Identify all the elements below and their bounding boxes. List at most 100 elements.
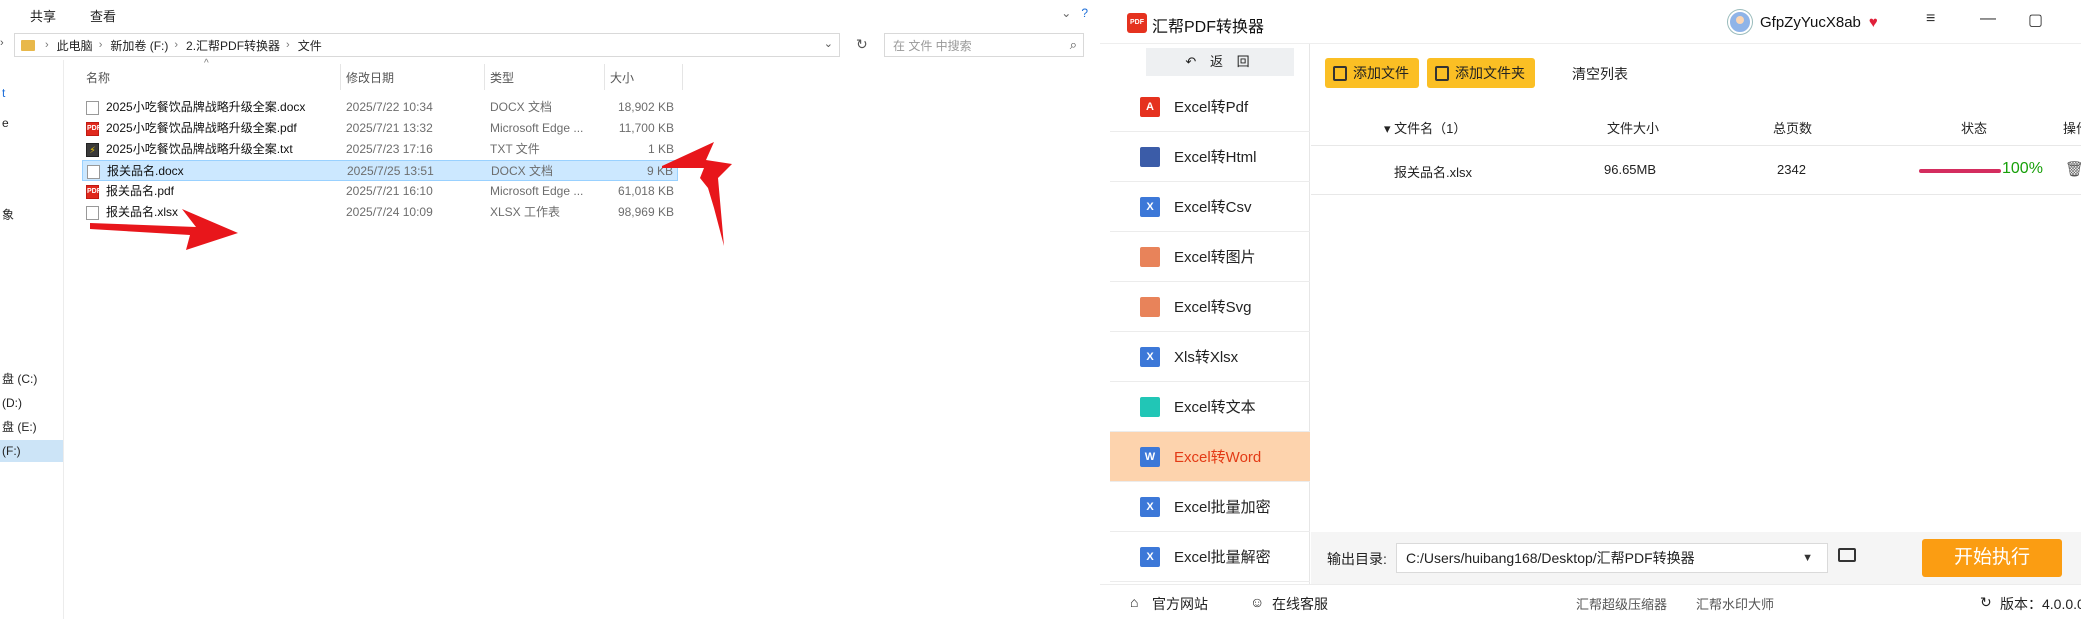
up-arrow-icon[interactable]: ›: [0, 37, 4, 49]
back-button[interactable]: ↶ 返 回: [1146, 48, 1294, 76]
breadcrumb-this-pc[interactable]: 此电脑: [57, 37, 93, 54]
search-input[interactable]: 在 文件 中搜索 ⌕: [884, 33, 1084, 57]
chevron-down-icon[interactable]: ⌄: [824, 37, 833, 50]
file-table-header: ▾ 文件名（1） 文件大小 总页数 状态 操作: [1311, 106, 2081, 146]
chevron-right-icon: ›: [98, 39, 103, 51]
add-file-button[interactable]: 添加文件: [1325, 58, 1419, 88]
help-icon[interactable]: ?: [1081, 6, 1088, 20]
add-file-icon: [1333, 65, 1347, 81]
expand-ribbon-icon[interactable]: ⌄: [1061, 6, 1071, 20]
file-date: 2025/7/25 13:51: [347, 164, 434, 178]
column-divider[interactable]: [604, 64, 605, 90]
converter-app-window: PDF 汇帮PDF转换器 GfpZyYucX8ab ♥ ≡ — ▢ ↶ 返 回 …: [1100, 0, 2081, 619]
row-filename: 报关品名.xlsx: [1394, 165, 1473, 180]
csv-icon: X: [1140, 196, 1160, 217]
ribbon-tabs: 共享 查看: [0, 0, 1100, 30]
file-type: XLSX 工作表: [490, 205, 561, 219]
column-header-date[interactable]: 修改日期: [346, 66, 394, 90]
version-label: 版本：4.0.0.0: [2000, 596, 2081, 612]
file-name: 报关品名.pdf: [106, 184, 175, 198]
column-divider[interactable]: [340, 64, 341, 90]
clear-list-button[interactable]: 清空列表: [1572, 64, 1628, 84]
word-icon: W: [1140, 446, 1160, 467]
nav-partial-item[interactable]: 象: [0, 204, 63, 226]
pdf-file-icon: PDF: [86, 185, 101, 199]
breadcrumb-drive-f[interactable]: 新加卷 (F:): [110, 37, 168, 54]
output-directory-select[interactable]: C:/Users/huibang168/Desktop/汇帮PDF转换器 ▼: [1396, 543, 1828, 573]
table-row[interactable]: 报关品名.xlsx 96.65MB 2342 100% 🗑: [1311, 147, 2081, 195]
pdf-file-icon: PDF: [86, 122, 101, 136]
sidebar-item-html[interactable]: Excel转Html: [1110, 132, 1310, 182]
home-icon: ⌂: [1130, 594, 1139, 610]
open-folder-icon[interactable]: [1838, 548, 1856, 562]
output-bar: 输出目录: C:/Users/huibang168/Desktop/汇帮PDF转…: [1311, 532, 2081, 584]
header-filename[interactable]: ▾ 文件名（1）: [1384, 118, 1466, 137]
file-type: Microsoft Edge ...: [490, 121, 584, 135]
nav-drive-d[interactable]: (D:): [0, 392, 63, 414]
sidebar-item-word[interactable]: W Excel转Word: [1110, 432, 1310, 482]
app-title: 汇帮PDF转换器: [1152, 19, 1265, 36]
nav-partial-item[interactable]: e: [0, 112, 63, 134]
ribbon-controls: ⌄ ?: [1061, 6, 1088, 20]
sidebar-item-label: Xls转Xlsx: [1174, 349, 1239, 366]
sidebar-item-csv[interactable]: X Excel转Csv: [1110, 182, 1310, 232]
maximize-icon[interactable]: ▢: [2028, 10, 2043, 30]
nav-partial-item[interactable]: t: [0, 82, 63, 104]
start-button[interactable]: 开始执行: [1922, 539, 2062, 577]
column-divider[interactable]: [484, 64, 485, 90]
online-support-link[interactable]: 在线客服: [1272, 594, 1328, 614]
decrypt-icon: X: [1140, 546, 1160, 567]
docx-file-icon: [86, 101, 99, 115]
watermark-link[interactable]: 汇帮水印大师: [1696, 594, 1774, 613]
svg-icon: [1140, 296, 1160, 317]
sidebar-item-text[interactable]: Excel转文本: [1110, 382, 1310, 432]
column-header-type[interactable]: 类型: [490, 66, 514, 90]
txt-file-icon: ⚡: [86, 143, 99, 157]
search-icon: ⌕: [1069, 37, 1077, 52]
nav-drive-f[interactable]: (F:): [0, 440, 63, 462]
chevron-right-icon: ›: [45, 39, 49, 51]
breadcrumb-converter-folder[interactable]: 2.汇帮PDF转换器: [186, 37, 280, 54]
column-divider[interactable]: [682, 64, 683, 90]
sidebar-item-encrypt[interactable]: X Excel批量加密: [1110, 482, 1310, 532]
sidebar-item-pdf[interactable]: A Excel转Pdf: [1110, 82, 1310, 132]
username: GfpZyYucX8ab: [1760, 13, 1861, 31]
annotation-arrow: [90, 209, 238, 250]
column-header-name[interactable]: 名称: [86, 66, 110, 90]
refresh-icon[interactable]: ↻: [856, 36, 868, 53]
file-date: 2025/7/23 17:16: [346, 142, 433, 156]
text-icon: [1140, 396, 1160, 417]
sidebar-item-image[interactable]: Excel转图片: [1110, 232, 1310, 282]
minimize-icon[interactable]: —: [1980, 10, 1996, 28]
file-row[interactable]: 2025小吃餐饮品牌战略升级全案.docx 2025/7/22 10:34 DOCX…: [82, 97, 678, 118]
breadcrumb-files-folder[interactable]: 文件: [298, 37, 322, 54]
file-date: 2025/7/21 13:32: [346, 121, 433, 135]
nav-drive-c[interactable]: 盘 (C:): [0, 368, 63, 390]
file-type: DOCX 文档: [490, 100, 553, 114]
row-filesize: 96.65MB: [1604, 162, 1657, 177]
image-icon: [1140, 246, 1160, 267]
user-account[interactable]: GfpZyYucX8ab ♥: [1728, 10, 1878, 34]
add-file-label: 添加文件: [1353, 65, 1409, 81]
add-folder-label: 添加文件夹: [1455, 65, 1525, 81]
delete-icon[interactable]: 🗑: [2065, 160, 2081, 178]
official-site-link[interactable]: 官方网站: [1152, 594, 1208, 614]
navigation-pane: t e 象 盘 (C:) (D:) 盘 (E:) (F:): [0, 60, 64, 619]
ribbon-tab-share[interactable]: 共享: [30, 6, 56, 25]
file-row[interactable]: ⚡ 2025小吃餐饮品牌战略升级全案.txt 2025/7/23 17:16 TXT …: [82, 139, 678, 160]
sidebar-item-svg[interactable]: Excel转Svg: [1110, 282, 1310, 332]
file-name: 报关品名.docx: [107, 164, 184, 178]
address-bar[interactable]: › 此电脑 › 新加卷 (F:) › 2.汇帮PDF转换器 › 文件 ⌄: [14, 33, 840, 57]
sidebar-item-decrypt[interactable]: X Excel批量解密: [1110, 532, 1310, 582]
nav-drive-e[interactable]: 盘 (E:): [0, 416, 63, 438]
column-header-size[interactable]: 大小: [610, 66, 634, 90]
sidebar-item-xlsx[interactable]: X Xls转Xlsx: [1110, 332, 1310, 382]
compressor-link[interactable]: 汇帮超级压缩器: [1576, 594, 1667, 613]
file-row[interactable]: PDF 2025小吃餐饮品牌战略升级全案.pdf 2025/7/21 13:32 Mi…: [82, 118, 678, 139]
file-row[interactable]: 报关品名.docx 2025/7/25 13:51 DOCX 文档 9 KB: [82, 160, 678, 181]
update-icon: ↻: [1980, 594, 1992, 610]
menu-icon[interactable]: ≡: [1926, 10, 1935, 28]
file-row[interactable]: PDF 报关品名.pdf 2025/7/21 16:10 Microsoft Edge…: [82, 181, 678, 202]
ribbon-tab-view[interactable]: 查看: [90, 6, 116, 25]
add-folder-button[interactable]: 添加文件夹: [1427, 58, 1535, 88]
